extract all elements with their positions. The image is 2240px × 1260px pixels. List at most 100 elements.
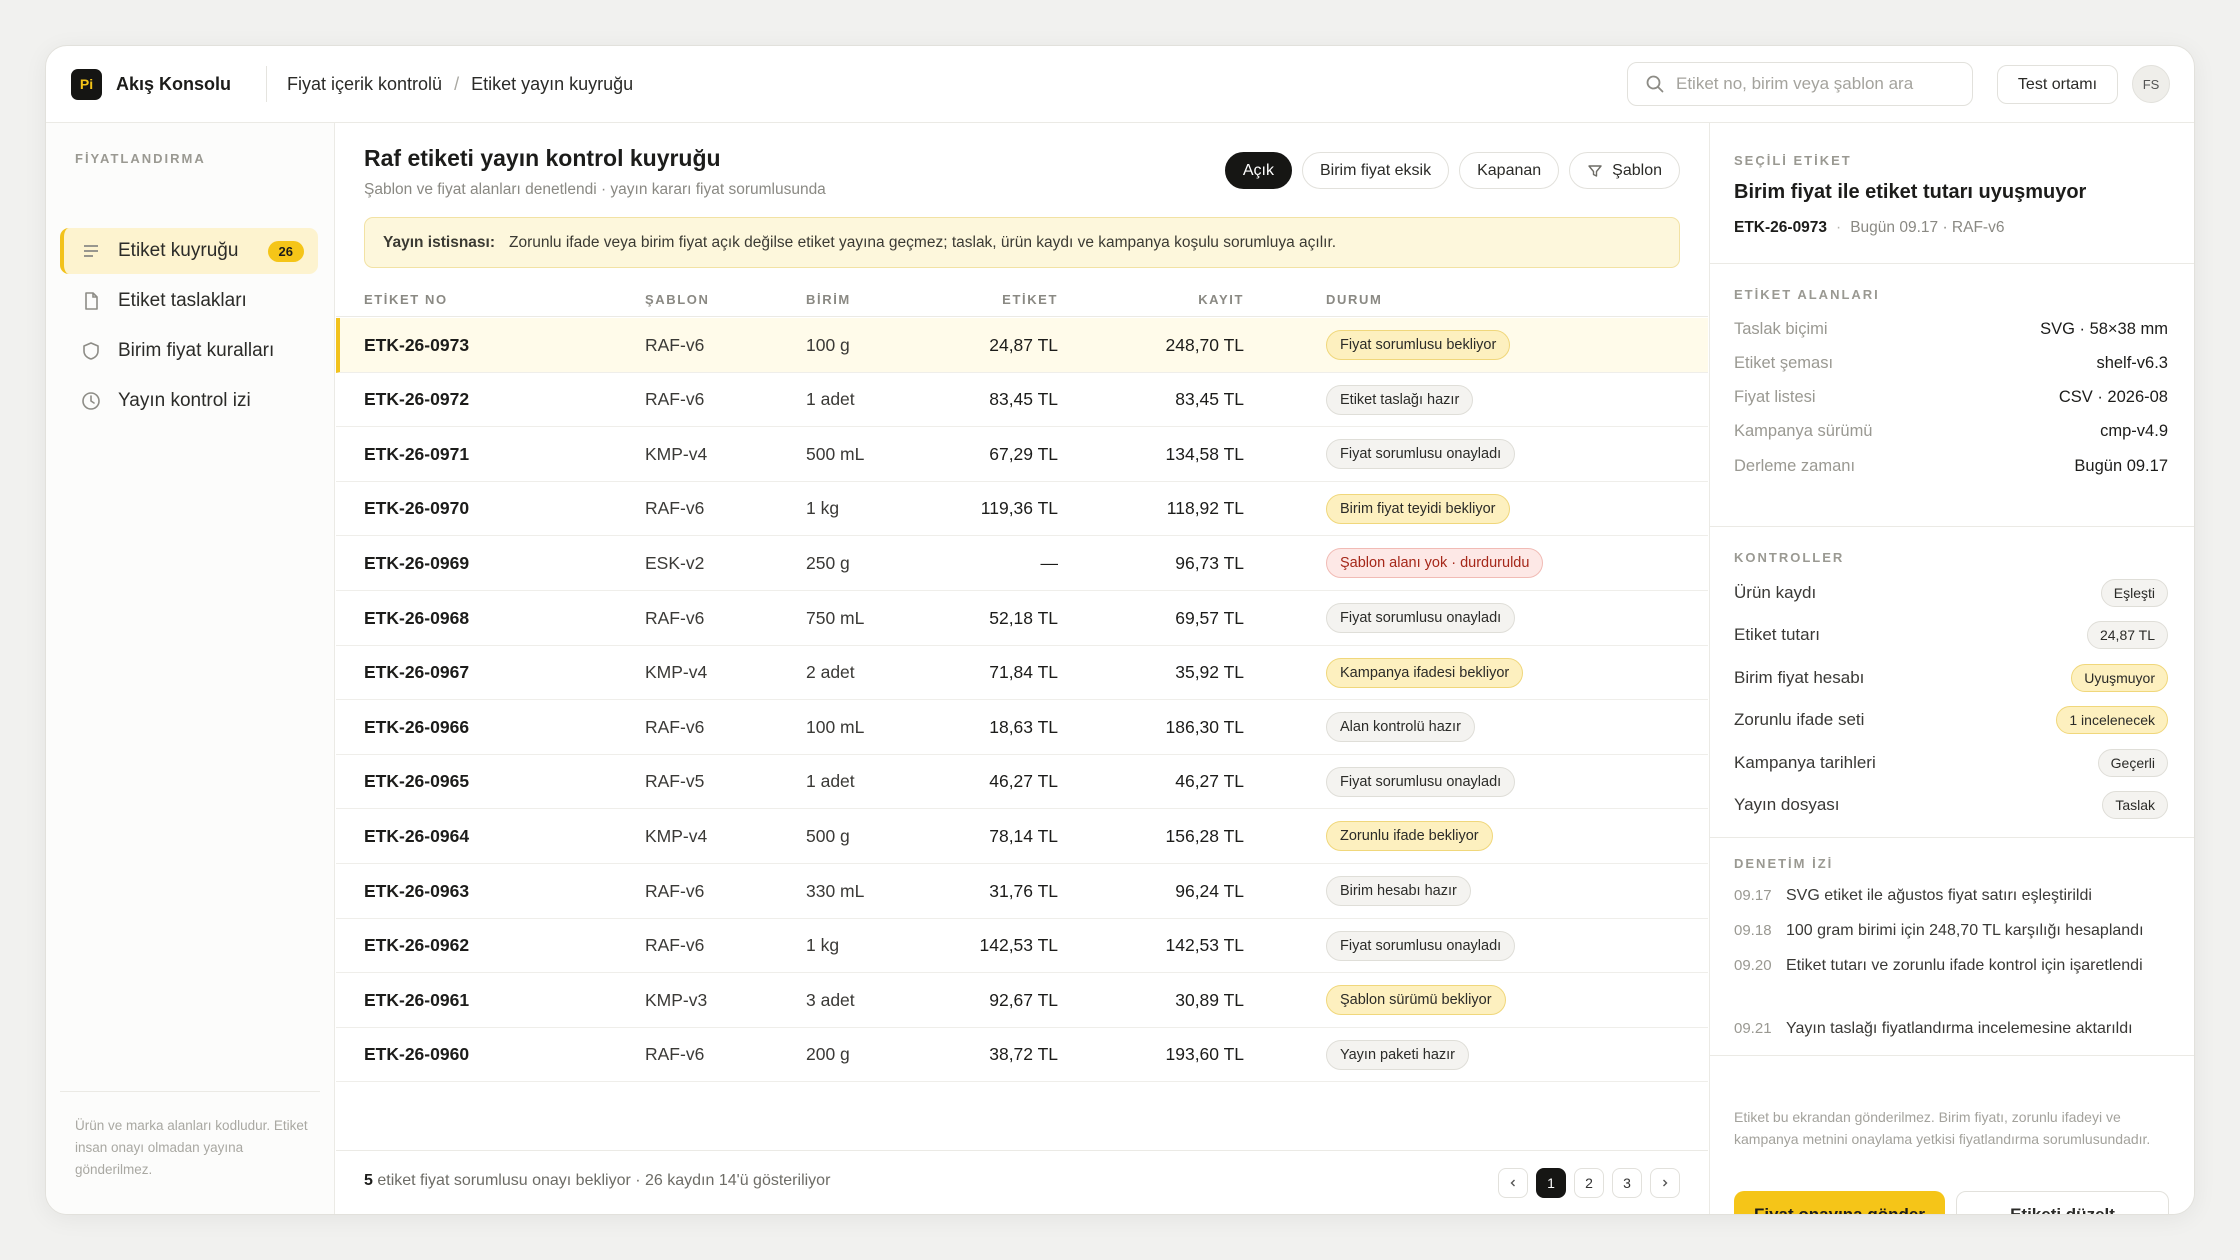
column-header-label-price[interactable]: ETİKET	[1002, 292, 1058, 307]
table-row[interactable]: ETK-26-0963 RAF-v6 330 mL 31,76 TL 96,24 TL B…	[336, 864, 1708, 919]
avatar[interactable]: FS	[2132, 65, 2170, 103]
field-key: Fiyat listesi	[1734, 388, 1816, 407]
search-input[interactable]	[1676, 74, 1956, 94]
unit: 3 adet	[806, 989, 855, 1010]
status-cell: Etiket taslağı hazır	[1326, 373, 1474, 427]
label-price: 119,36 TL	[980, 498, 1058, 519]
label-price: 71,84 TL	[989, 662, 1058, 683]
label-price: 52,18 TL	[989, 607, 1058, 628]
edit-label-button[interactable]: Etiketi düzelt	[1956, 1191, 2169, 1214]
label-price: 83,45 TL	[989, 389, 1058, 410]
page-button-2[interactable]: 2	[1574, 1168, 1604, 1198]
unit: 1 adet	[806, 389, 855, 410]
record-price: 30,89 TL	[1175, 989, 1244, 1010]
status-badge: Fiyat sorumlusu onayladı	[1326, 603, 1516, 633]
breadcrumb-item-parent[interactable]: Fiyat içerik kontrolü	[287, 74, 442, 94]
table-row[interactable]: ETK-26-0967 KMP-v4 2 adet 71,84 TL 35,92 TL K…	[336, 646, 1708, 701]
label-price: 67,29 TL	[989, 443, 1058, 464]
column-header-unit[interactable]: BİRİM	[806, 292, 851, 307]
list-icon	[80, 240, 102, 262]
detail-title: Birim fiyat ile etiket tutarı uyuşmuyor	[1734, 181, 2087, 203]
unit: 1 adet	[806, 771, 855, 792]
search-box[interactable]	[1627, 62, 1973, 106]
filter-icon	[1588, 164, 1602, 177]
table-row[interactable]: ETK-26-0960 RAF-v6 200 g 38,72 TL 193,60 TL Y…	[336, 1028, 1708, 1083]
record-price: 96,73 TL	[1175, 552, 1244, 573]
table-row[interactable]: ETK-26-0964 KMP-v4 500 g 78,14 TL 156,28 TL Z…	[336, 809, 1708, 864]
table-row[interactable]: ETK-26-0965 RAF-v5 1 adet 46,27 TL 46,27 TL F…	[336, 755, 1708, 810]
log-time: 09.17	[1734, 887, 1772, 904]
sidebar-item-label-queue[interactable]: Etiket kuyruğu 26	[60, 228, 318, 274]
sidebar-footer-note: Ürün ve marka alanları kodludur. Etiket …	[75, 1118, 308, 1177]
column-header-record-price[interactable]: KAYIT	[1198, 292, 1244, 307]
unit: 2 adet	[806, 662, 855, 683]
audit-log-entry: 09.21 Yayın taslağı fiyatlandırma incelem…	[1734, 1017, 2174, 1040]
environment-button[interactable]: Test ortamı	[1997, 65, 2118, 104]
table-row[interactable]: ETK-26-0973 RAF-v6 100 g 24,87 TL 248,70 TL F…	[336, 318, 1708, 373]
status-cell: Birim hesabı hazır	[1326, 864, 1471, 918]
template-version: KMP-v4	[645, 662, 708, 683]
column-header-status[interactable]: DURUM	[1326, 292, 1382, 307]
label-number: ETK-26-0970	[364, 498, 470, 519]
status-cell: Yayın paketi hazır	[1326, 1028, 1469, 1082]
template-version: RAF-v5	[645, 771, 705, 792]
check-row: Etiket tutarı 24,87 TL	[1734, 620, 2168, 650]
status-badge: Fiyat sorumlusu bekliyor	[1326, 330, 1511, 360]
checks-section-title: KONTROLLER	[1734, 550, 1845, 565]
status-cell: Fiyat sorumlusu onayladı	[1326, 427, 1516, 481]
record-price: 35,92 TL	[1175, 662, 1244, 683]
detail-section-label: SEÇİLİ ETİKET	[1734, 153, 1852, 168]
record-price: 134,58 TL	[1165, 443, 1245, 464]
table-row[interactable]: ETK-26-0971 KMP-v4 500 mL 67,29 TL 134,58 TL…	[336, 427, 1708, 482]
table-row[interactable]: ETK-26-0969 ESK-v2 250 g — 96,73 TL Şablon al…	[336, 536, 1708, 591]
prev-page-button[interactable]	[1498, 1168, 1528, 1198]
page-button-3[interactable]: 3	[1612, 1168, 1642, 1198]
check-status-badge: Eşleşti	[2100, 579, 2168, 607]
label-number: ETK-26-0966	[364, 716, 470, 737]
notice-text: Zorunlu ifade veya birim fiyat açık deği…	[509, 233, 1337, 251]
label-number: ETK-26-0965	[364, 771, 470, 792]
template-version: KMP-v3	[645, 989, 708, 1010]
unit: 250 g	[806, 552, 850, 573]
record-price: 193,60 TL	[1165, 1044, 1245, 1065]
template-version: RAF-v6	[645, 498, 705, 519]
status-badge: Fiyat sorumlusu onayladı	[1326, 930, 1516, 961]
status-cell: Kampanya ifadesi bekliyor	[1326, 646, 1524, 700]
record-price: 118,92 TL	[1166, 498, 1244, 519]
table-row[interactable]: ETK-26-0961 KMP-v3 3 adet 92,67 TL 30,89 TL Ş…	[336, 973, 1708, 1028]
template-version: RAF-v6	[645, 334, 705, 355]
table-row[interactable]: ETK-26-0962 RAF-v6 1 kg 142,53 TL 142,53 TL F…	[336, 919, 1708, 974]
sidebar-item-unit-price-rules[interactable]: Birim fiyat kuralları	[60, 328, 318, 374]
filter-template[interactable]: Şablon	[1569, 152, 1680, 189]
filter-unit-price-missing[interactable]: Birim fiyat eksik	[1301, 152, 1450, 189]
table-row[interactable]: ETK-26-0972 RAF-v6 1 adet 83,45 TL 83,45 TL E…	[336, 373, 1708, 428]
page-button-1[interactable]: 1	[1536, 1168, 1566, 1198]
status-badge: Fiyat sorumlusu onayladı	[1326, 439, 1516, 470]
table-row[interactable]: ETK-26-0970 RAF-v6 1 kg 119,36 TL 118,92 TL B…	[336, 482, 1708, 537]
filter-closed[interactable]: Kapanan	[1459, 152, 1560, 189]
field-key: Taslak biçimi	[1734, 319, 1828, 338]
unit: 330 mL	[806, 880, 865, 901]
field-value: cmp-v4.9	[2100, 422, 2168, 441]
filter-open[interactable]: Açık	[1224, 152, 1292, 189]
divider	[60, 1091, 320, 1092]
template-version: RAF-v6	[645, 935, 705, 956]
divider	[266, 66, 267, 102]
column-header-template[interactable]: ŞABLON	[645, 292, 710, 307]
table-row[interactable]: ETK-26-0968 RAF-v6 750 mL 52,18 TL 69,57 TL F…	[336, 591, 1708, 646]
sidebar-item-audit-trail[interactable]: Yayın kontrol izi	[60, 378, 318, 424]
table-footer: 5 etiket fiyat sorumlusu onayı bekliyor …	[336, 1150, 1708, 1214]
table-row[interactable]: ETK-26-0966 RAF-v6 100 mL 18,63 TL 186,30 TL…	[336, 700, 1708, 755]
sidebar-item-label: Birim fiyat kuralları	[118, 340, 275, 361]
status-cell: Şablon alanı yok · durduruldu	[1326, 536, 1544, 590]
send-to-price-approval-button[interactable]: Fiyat onayına gönder	[1734, 1191, 1945, 1214]
divider	[1710, 837, 2194, 838]
next-page-button[interactable]	[1650, 1168, 1680, 1198]
sidebar-item-drafts[interactable]: Etiket taslakları	[60, 278, 318, 324]
status-badge: Şablon sürümü bekliyor	[1326, 985, 1506, 1016]
column-header-label-no[interactable]: ETİKET NO	[364, 292, 448, 307]
filter-template-label: Şablon	[1612, 161, 1662, 179]
label-number: ETK-26-0967	[364, 662, 470, 683]
status-badge: Birim fiyat teyidi bekliyor	[1326, 493, 1510, 524]
detail-panel: SEÇİLİ ETİKET Birim fiyat ile etiket tut…	[1709, 123, 2194, 1214]
